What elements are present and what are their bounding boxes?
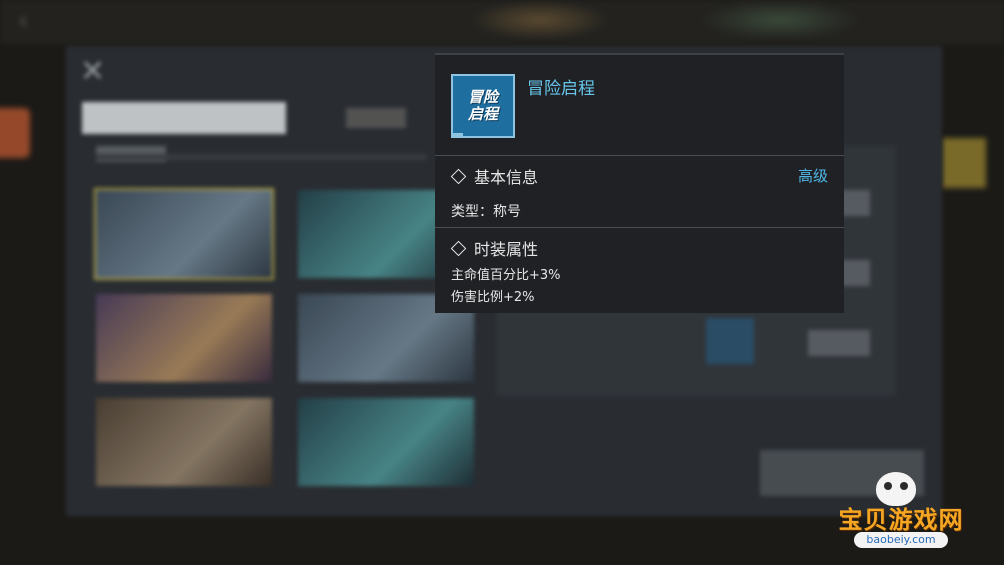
item-name: 冒险启程 — [527, 79, 595, 99]
diamond-icon — [450, 240, 467, 256]
title-slot-icon[interactable] — [706, 318, 754, 364]
costume-thumb[interactable] — [94, 188, 274, 280]
back-arrow-icon[interactable]: ‹ — [18, 8, 48, 34]
rarity-level: 高级 — [797, 167, 828, 185]
side-logo-icon — [0, 108, 30, 158]
top-resource-indicator — [470, 0, 610, 40]
site-watermark: 宝贝游戏网 baobeiy.com — [826, 470, 976, 556]
type-line: 类型：称号 — [451, 204, 521, 220]
attr-line: 伤害比例+2% — [451, 290, 535, 305]
collection-progress-bar — [96, 154, 426, 160]
icon-label: 冒险 启程 — [467, 88, 498, 123]
title-badge-icon: 冒险 启程 — [451, 74, 515, 138]
watermark-text: 宝贝游戏网 — [838, 506, 964, 534]
costume-thumb[interactable] — [94, 396, 274, 488]
costume-attr-title: 时装属性 — [474, 240, 539, 259]
basic-info-heading: 基本信息 — [450, 164, 539, 188]
icon-corner-mark — [453, 133, 463, 136]
top-currency-indicator — [700, 0, 860, 40]
basic-info-title: 基本信息 — [474, 168, 539, 187]
close-icon[interactable]: ✕ — [80, 54, 105, 89]
side-button[interactable] — [942, 138, 986, 188]
tab-active[interactable] — [82, 102, 286, 134]
divider — [435, 155, 844, 156]
watermark-url: baobeiy.com — [854, 532, 948, 548]
slot-button[interactable] — [808, 330, 870, 356]
tab-inactive[interactable] — [346, 108, 406, 128]
costume-attr-heading: 时装属性 — [450, 236, 539, 260]
diamond-icon — [450, 168, 467, 184]
item-tooltip: 冒险 启程 冒险启程 基本信息 高级 类型：称号 时装属性 主命值百分比+3% 伤… — [435, 53, 844, 313]
costume-thumb[interactable] — [94, 292, 274, 384]
costume-thumb[interactable] — [296, 396, 476, 488]
attr-line: 主命值百分比+3% — [451, 268, 561, 283]
divider — [435, 227, 844, 228]
